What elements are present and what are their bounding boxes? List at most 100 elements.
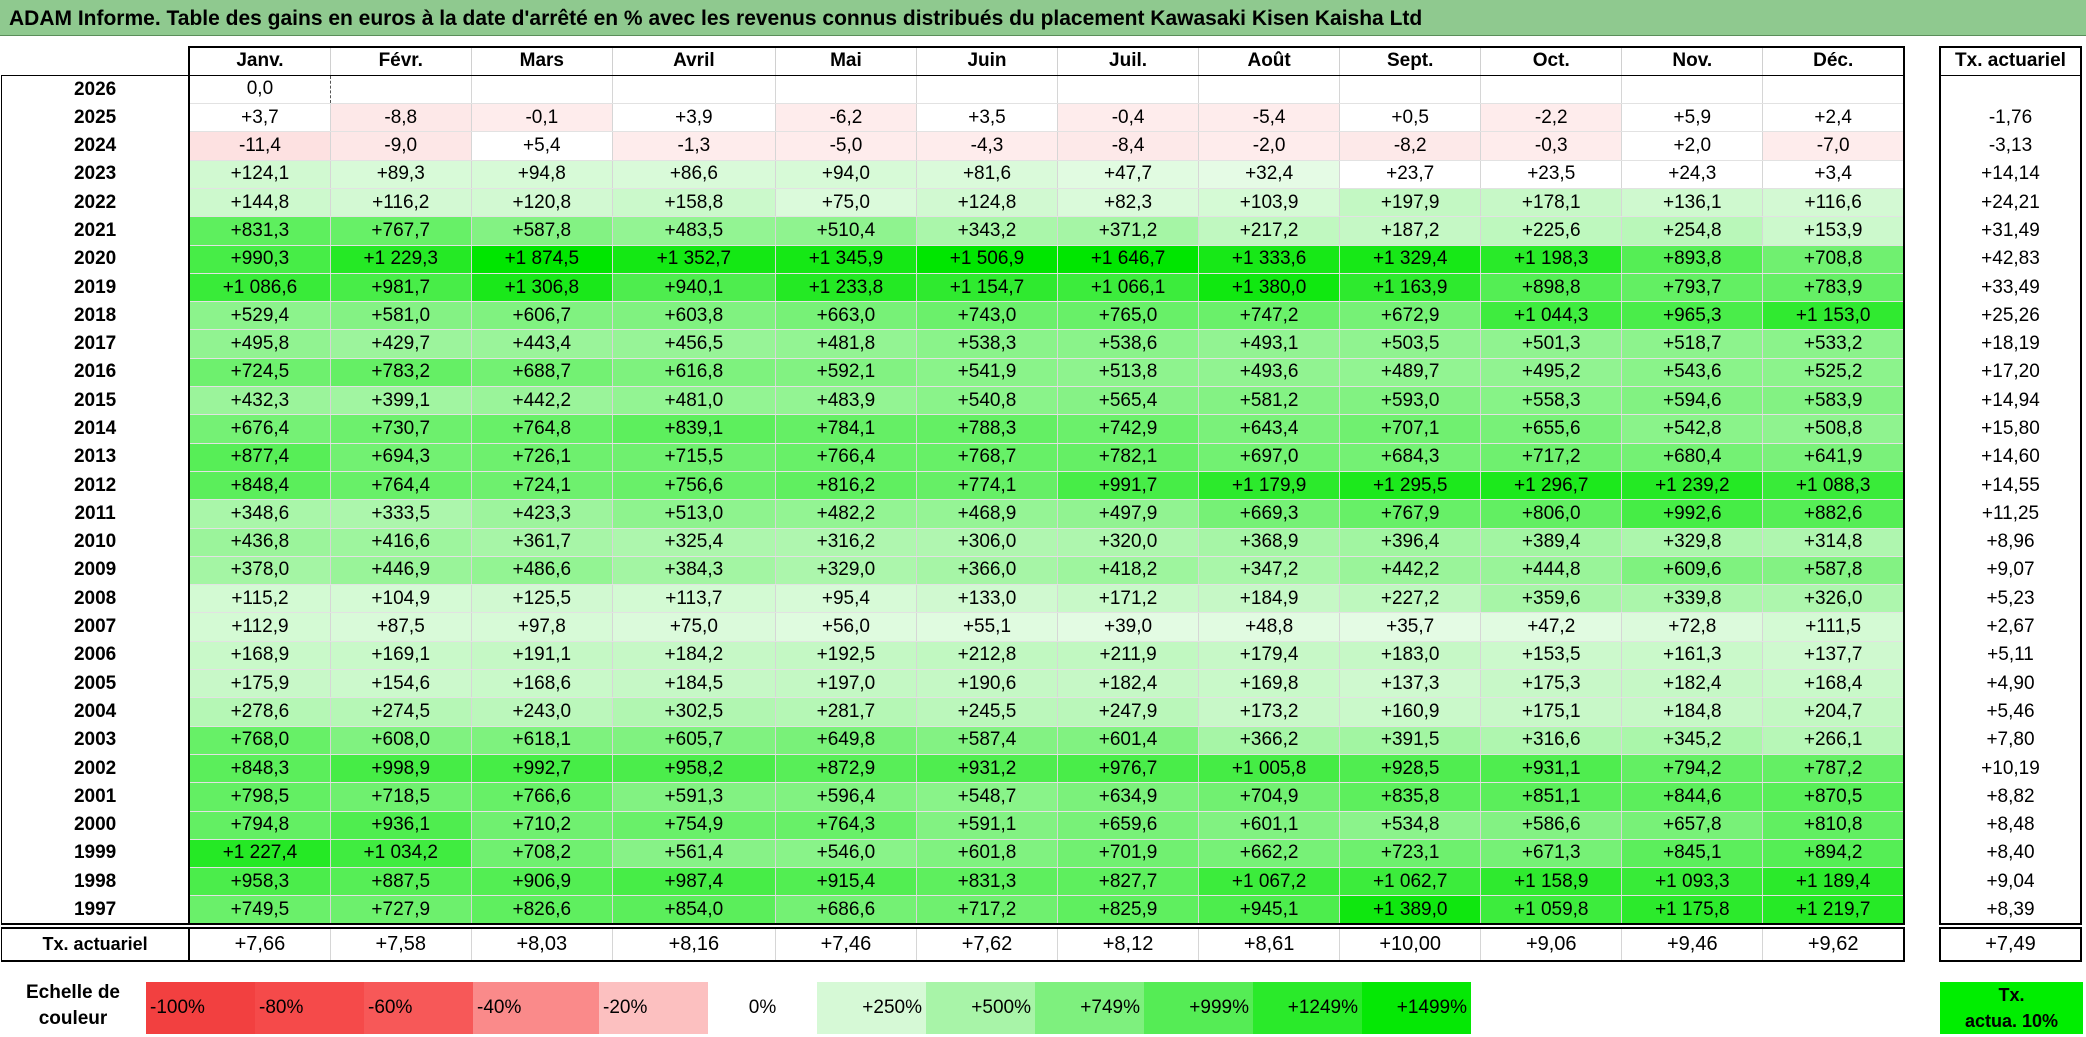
- gain-cell: +990,3: [188, 245, 331, 274]
- gain-cell: +538,6: [1057, 329, 1200, 359]
- gain-cell: +756,6: [612, 471, 776, 501]
- gain-cell: [1762, 75, 1906, 105]
- year-label: 2021: [1, 216, 190, 246]
- gain-cell: +768,0: [188, 726, 331, 755]
- color-scale-swatch: -80%: [255, 982, 364, 1034]
- month-header: Janv.: [188, 45, 331, 76]
- year-label: 2006: [1, 641, 190, 670]
- gain-cell: +587,8: [1762, 556, 1906, 586]
- gain-cell: +928,5: [1339, 754, 1482, 784]
- gain-cell: +493,6: [1198, 358, 1341, 388]
- gain-cell: +75,0: [775, 188, 917, 218]
- gain-cell: +931,2: [916, 754, 1059, 784]
- gain-cell: +1 066,1: [1057, 273, 1200, 303]
- gain-cell: +94,8: [471, 160, 613, 189]
- color-scale-actuarial-swatch: Tx. actua. 10%: [1940, 982, 2083, 1034]
- gain-cell: -5,4: [1198, 103, 1341, 133]
- footer-value: +8,61: [1198, 927, 1341, 963]
- gain-cell: +851,1: [1480, 782, 1623, 812]
- gain-cell: +976,7: [1057, 754, 1200, 784]
- gain-cell: +1 198,3: [1480, 245, 1623, 274]
- gain-cell: +767,9: [1339, 499, 1482, 529]
- gain-cell: +782,1: [1057, 443, 1200, 472]
- actuarial-row: +11,25: [1939, 499, 2082, 529]
- gain-cell: +125,5: [471, 584, 613, 614]
- gain-cell: +533,2: [1762, 329, 1906, 359]
- actuarial-row: +10,19: [1939, 754, 2082, 783]
- gain-cell: +655,6: [1480, 414, 1623, 444]
- actuarial-row: +31,49: [1939, 216, 2082, 246]
- year-label: 2020: [1, 245, 190, 274]
- year-label: 1998: [1, 867, 190, 896]
- year-row: 2012 +848,4 +764,4 +724,1 +756,6 +816,2 +774,1…: [1, 471, 1906, 501]
- actuarial-value: +33,49: [1939, 273, 2082, 302]
- gain-cell: [471, 75, 613, 105]
- gain-cell: +787,2: [1762, 754, 1906, 784]
- gain-cell: +366,2: [1198, 726, 1341, 755]
- gain-cell: +583,9: [1762, 386, 1906, 416]
- actuarial-value: [1939, 75, 2082, 104]
- gain-cell: +1 506,9: [916, 245, 1059, 274]
- gain-cell: +23,7: [1339, 160, 1482, 189]
- year-row: 2007 +112,9 +87,5 +97,8 +75,0 +56,0 +55,1 +39,0…: [1, 612, 1906, 642]
- year-row: 2022 +144,8 +116,2 +120,8 +158,8 +75,0 +124,8 +…: [1, 188, 1906, 218]
- color-scale-actuarial-line1: Tx.: [1998, 985, 2025, 1005]
- footer-value: +9,46: [1621, 927, 1764, 963]
- actuarial-row: -3,13: [1939, 131, 2082, 161]
- gain-cell: +707,1: [1339, 414, 1482, 444]
- gain-cell: [1057, 75, 1200, 105]
- actuarial-row: +18,19: [1939, 329, 2082, 359]
- gain-cell: +481,8: [775, 329, 917, 359]
- gain-cell: +596,4: [775, 782, 917, 812]
- color-scale-swatch: +1249%: [1253, 982, 1362, 1034]
- footer-actuarial-value: +7,49: [1939, 927, 2082, 963]
- gain-cell: +95,4: [775, 584, 917, 614]
- gain-cell: +503,5: [1339, 329, 1482, 359]
- gain-cell: +2,4: [1762, 103, 1906, 133]
- gain-cell: +872,9: [775, 754, 917, 784]
- gain-cell: +788,3: [916, 414, 1059, 444]
- gain-cell: +870,5: [1762, 782, 1906, 812]
- month-header: Juil.: [1057, 45, 1200, 76]
- actuarial-value: +5,11: [1939, 641, 2082, 670]
- gain-cell: +783,2: [330, 358, 472, 388]
- gain-cell: +1 380,0: [1198, 273, 1341, 303]
- gain-cell: +727,9: [330, 895, 472, 926]
- gain-cell: +184,2: [612, 641, 776, 671]
- year-label: 2010: [1, 528, 190, 557]
- gain-cell: +987,4: [612, 867, 776, 897]
- gain-cell: +542,8: [1621, 414, 1764, 444]
- gain-cell: +534,8: [1339, 811, 1482, 840]
- gain-cell: +94,0: [775, 160, 917, 189]
- month-header: Mai: [775, 45, 917, 76]
- footer-value: +8,16: [612, 927, 776, 963]
- gain-cell: -4,3: [916, 131, 1059, 161]
- actuarial-row: +5,23: [1939, 584, 2082, 613]
- gain-cell: +587,8: [471, 216, 613, 246]
- gain-cell: +1 059,8: [1480, 895, 1623, 926]
- gain-cell: +688,7: [471, 358, 613, 388]
- gain-cell: -0,3: [1480, 131, 1623, 161]
- gain-cell: +378,0: [188, 556, 331, 586]
- actuarial-row: +8,82: [1939, 782, 2082, 812]
- gain-cell: +1 295,5: [1339, 471, 1482, 501]
- actuarial-value: +18,19: [1939, 329, 2082, 359]
- gain-cell: +513,8: [1057, 358, 1200, 388]
- report-title: ADAM Informe. Table des gains en euros à…: [0, 0, 2086, 36]
- year-label: 2014: [1, 414, 190, 444]
- footer-value: +7,62: [916, 927, 1059, 963]
- actuarial-value: +5,23: [1939, 584, 2082, 613]
- year-row: 2011 +348,6 +333,5 +423,3 +513,0 +482,2 +468,9…: [1, 499, 1906, 529]
- gain-cell: +136,1: [1621, 188, 1764, 218]
- gain-cell: +104,9: [330, 584, 472, 614]
- gain-cell: +82,3: [1057, 188, 1200, 218]
- actuarial-value: +14,55: [1939, 471, 2082, 500]
- actuarial-row: +8,39: [1939, 895, 2082, 926]
- gain-cell: +701,9: [1057, 839, 1200, 869]
- gain-cell: +168,6: [471, 669, 613, 699]
- gain-cell: +749,5: [188, 895, 331, 926]
- gain-cell: -0,4: [1057, 103, 1200, 133]
- color-scale-swatch: +999%: [1144, 982, 1253, 1034]
- gain-cell: +158,8: [612, 188, 776, 218]
- year-label: 2000: [1, 811, 190, 840]
